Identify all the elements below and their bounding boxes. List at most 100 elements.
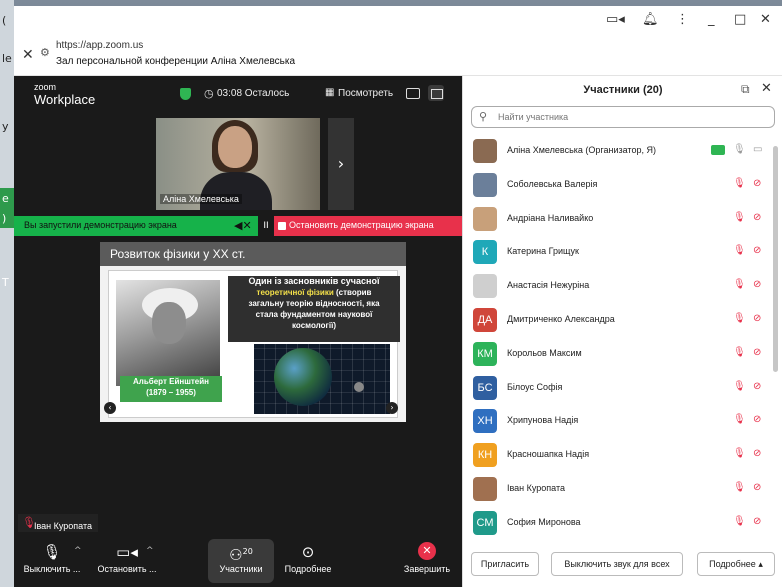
search-input[interactable]: [498, 110, 758, 124]
window-titlebar: ▭◂ 🔔︎ ⋮ _ □ ✕: [14, 6, 782, 34]
invite-button[interactable]: Пригласить: [471, 552, 539, 576]
participant-row[interactable]: ДА Дмитриченко Александра 🎙︎ ⊘: [463, 303, 782, 337]
view-button[interactable]: Посмотреть: [338, 88, 393, 99]
participant-row[interactable]: К Катерина Грищук 🎙︎ ⊘: [463, 235, 782, 269]
active-speaker-tag: 🎙︎ Іван Куропата: [18, 514, 99, 532]
stop-share-button[interactable]: Остановить демонстрацию экрана: [274, 216, 462, 236]
shared-slide: Розвиток фізики у ХХ ст. Альберт Ейнштей…: [100, 242, 406, 422]
video-off-icon[interactable]: ⊘: [753, 516, 761, 527]
participant-row[interactable]: Іван Куропата 🎙︎ ⊘: [463, 472, 782, 506]
more-button[interactable]: ⊙ Подробнее: [282, 542, 334, 574]
slide-next-icon[interactable]: ›: [386, 402, 398, 414]
participant-row[interactable]: Соболевська Валерія 🎙︎ ⊘: [463, 168, 782, 202]
mic-muted-icon[interactable]: 🎙︎: [733, 279, 746, 290]
video-off-icon[interactable]: ⊘: [753, 313, 761, 324]
mute-label: Выключить ...: [23, 564, 81, 574]
slide-title: Розвиток фізики у ХХ ст.: [110, 247, 246, 261]
pop-out-icon[interactable]: ⧉: [741, 82, 750, 97]
scrollbar[interactable]: [773, 146, 778, 372]
video-off-icon[interactable]: ⊘: [753, 245, 761, 256]
pause-share-button[interactable]: II: [258, 216, 274, 236]
video-off-icon[interactable]: ⊘: [753, 414, 761, 425]
video-off-icon[interactable]: ⊘: [753, 212, 761, 223]
mute-all-button[interactable]: Выключить звук для всех: [551, 552, 683, 576]
next-video-button[interactable]: ›: [328, 118, 354, 210]
sharing-notice-bar: Вы запустили демонстрацию экрана ◀✕: [14, 216, 258, 236]
video-off-icon[interactable]: ⊘: [753, 178, 761, 189]
kebab-icon[interactable]: ⋮: [676, 11, 689, 29]
panel-more-button[interactable]: Подробнее ▴: [697, 552, 775, 576]
chevron-up-icon[interactable]: ^: [74, 546, 82, 556]
avatar: ДА: [473, 307, 497, 332]
mic-muted-icon[interactable]: 🎙︎: [733, 414, 746, 425]
fact-line: космології): [292, 321, 336, 330]
participant-name: Корольов Максим: [507, 347, 582, 358]
participant-name: Дмитриченко Александра: [507, 313, 615, 324]
video-off-icon[interactable]: ⊘: [753, 482, 761, 493]
mic-muted-icon[interactable]: 🎙︎: [733, 313, 746, 324]
participant-list: Аліна Хмелевська (Организатор, Я) 🎙︎ ▭ Собо…: [463, 134, 782, 540]
mic-muted-icon[interactable]: 🎙︎: [733, 381, 746, 392]
minimize-icon[interactable]: _: [708, 11, 715, 29]
picture-in-picture-icon[interactable]: [406, 88, 420, 99]
video-tile[interactable]: Аліна Хмелевська: [156, 118, 320, 210]
mic-muted-icon[interactable]: 🎙︎: [733, 245, 746, 256]
mic-icon[interactable]: 🎙︎: [733, 144, 746, 155]
meeting-topbar: zoom Workplace ◷ 03:08 Осталось ▦ Посмот…: [14, 76, 462, 114]
participant-name: Анастасія Нежуріна: [507, 280, 590, 291]
avatar: ХН: [473, 409, 497, 434]
participant-row[interactable]: Андріана Наливайко 🎙︎ ⊘: [463, 202, 782, 236]
participant-name: Красношапка Надія: [507, 449, 590, 460]
participant-row[interactable]: СМ София Миронова 🎙︎ ⊘: [463, 506, 782, 540]
mic-muted-icon[interactable]: 🎙︎: [733, 347, 746, 358]
fact-line: загальну теорію відносності, яка: [248, 299, 380, 308]
video-off-icon[interactable]: ⊘: [753, 381, 761, 392]
close-panel-icon[interactable]: ✕: [761, 81, 772, 96]
maximize-icon[interactable]: □: [734, 11, 746, 29]
close-tab-icon[interactable]: ✕: [22, 47, 34, 63]
stop-video-label: Остановить ...: [97, 564, 157, 574]
participant-search[interactable]: ⚲: [471, 106, 775, 128]
video-off-icon[interactable]: ⊘: [753, 279, 761, 290]
einstein-caption: Альберт Ейнштейн (1879 – 1955): [120, 376, 222, 402]
fact-box: Один із засновників сучасної теоретичної…: [228, 276, 400, 342]
participant-row[interactable]: БС Білоус Софія 🎙︎ ⊘: [463, 371, 782, 405]
chevron-up-icon[interactable]: ^: [146, 546, 154, 556]
page-title: Зал персональной конференции Аліна Хмеле…: [56, 56, 296, 67]
meeting-area: zoom Workplace ◷ 03:08 Осталось ▦ Посмот…: [14, 76, 462, 587]
mic-muted-icon[interactable]: 🎙︎: [733, 516, 746, 527]
fact-line: Один із засновників сучасної: [248, 276, 380, 286]
video-camera-icon[interactable]: ▭: [753, 144, 762, 155]
participant-row[interactable]: Анастасія Нежуріна 🎙︎ ⊘: [463, 269, 782, 303]
mic-muted-icon[interactable]: 🎙︎: [733, 448, 746, 459]
url-text[interactable]: https://app.zoom.us: [56, 40, 143, 51]
participant-row[interactable]: КМ Корольов Максим 🎙︎ ⊘: [463, 337, 782, 371]
stop-share-label: Остановить демонстрацию экрана: [289, 220, 434, 230]
panel-footer: Пригласить Выключить звук для всех Подро…: [463, 546, 782, 587]
fullscreen-icon[interactable]: [428, 85, 444, 101]
speaker-mute-icon[interactable]: ◀✕: [234, 219, 252, 232]
avatar: [473, 206, 497, 231]
time-remaining: 03:08 Осталось: [217, 88, 290, 99]
camera-icon[interactable]: ▭◂: [606, 11, 625, 29]
close-icon[interactable]: ✕: [760, 11, 771, 29]
bell-icon[interactable]: 🔔︎: [642, 11, 659, 29]
participant-row[interactable]: Аліна Хмелевська (Организатор, Я) 🎙︎ ▭: [463, 134, 782, 168]
participant-row[interactable]: КН Красношапка Надія 🎙︎ ⊘: [463, 438, 782, 472]
search-icon: ⚲: [479, 110, 488, 123]
mic-muted-icon[interactable]: 🎙︎: [733, 482, 746, 493]
desktop-glyph: e: [2, 192, 9, 205]
mic-muted-icon[interactable]: 🎙︎: [733, 178, 746, 189]
spacetime-image: [254, 344, 390, 414]
shield-icon[interactable]: [180, 88, 191, 100]
participant-row[interactable]: ХН Хрипунова Надія 🎙︎ ⊘: [463, 404, 782, 438]
site-settings-icon[interactable]: ⚙: [40, 46, 50, 59]
mic-muted-icon[interactable]: 🎙︎: [733, 212, 746, 223]
participants-button[interactable]: ⚇20 Участники: [208, 542, 274, 574]
end-button[interactable]: ✕ Завершить: [398, 542, 456, 574]
active-speaker-name: Іван Куропата: [34, 521, 93, 531]
slide-prev-icon[interactable]: ‹: [104, 402, 116, 414]
video-off-icon[interactable]: ⊘: [753, 347, 761, 358]
desktop-glyph: ): [2, 212, 7, 225]
video-off-icon[interactable]: ⊘: [753, 448, 761, 459]
